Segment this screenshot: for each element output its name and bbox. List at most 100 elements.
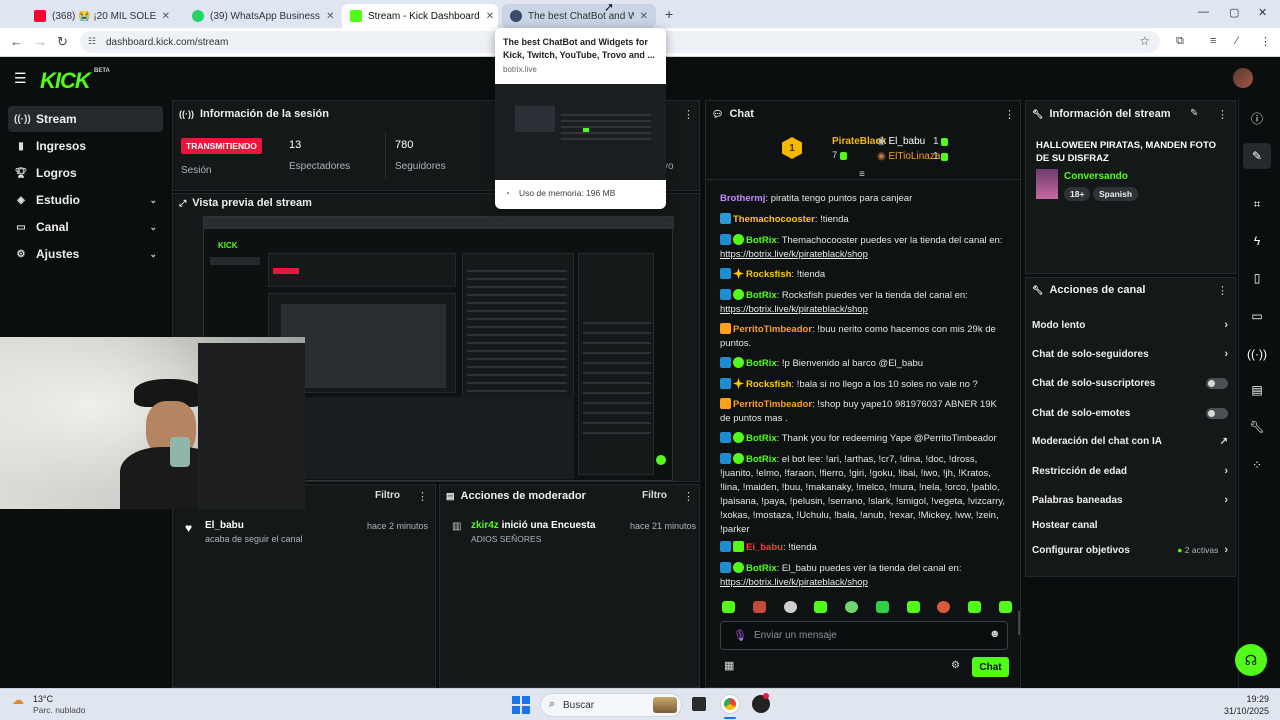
support-headset-icon[interactable]: ☊ (1235, 644, 1267, 676)
back-icon[interactable]: ← (10, 34, 23, 49)
mod-user[interactable]: zkir4z (471, 520, 499, 531)
broadcast-icon[interactable]: ((·)) (1243, 341, 1271, 367)
forward-icon[interactable]: → (34, 34, 47, 49)
settings-gear-icon[interactable]: ⚙ (951, 660, 960, 671)
chat-username[interactable]: BotRix (746, 235, 777, 246)
panel-menu-icon[interactable]: ⋮ (683, 490, 694, 503)
action-slow-mode[interactable]: Modo lento › (1032, 316, 1228, 334)
chat-username[interactable]: Themachocooster (733, 214, 815, 225)
document-icon[interactable]: ▯ (1243, 265, 1271, 291)
leaderboard-second[interactable]: ◉ El_babu (877, 136, 925, 147)
chat-input[interactable]: 🎙︎ Enviar un mensaje ☻ (720, 621, 1008, 650)
emote-icon[interactable] (968, 601, 982, 613)
emote-icon[interactable] (722, 601, 735, 613)
filter-button[interactable]: Filtro (642, 490, 667, 501)
leaderboard-third[interactable]: ◉ ElTioLinaza (877, 151, 940, 162)
close-window-icon[interactable]: ✕ (1258, 6, 1267, 19)
action-configure-goals[interactable]: Configurar objetivos ● 2 activas › (1032, 541, 1228, 559)
chat-username[interactable]: BotRix (746, 454, 777, 465)
action-emotes-only[interactable]: Chat de solo-emotes (1032, 404, 1228, 422)
emote-icon[interactable] (937, 601, 951, 613)
chat-username[interactable]: BotRix (746, 358, 777, 369)
tab-botrix[interactable]: The best ChatBot and Widgets ✕ (502, 4, 656, 28)
emote-icon[interactable] (998, 601, 1012, 613)
windows-start-icon[interactable] (512, 696, 530, 714)
extensions-icon[interactable]: ⧉ (1176, 35, 1184, 48)
emote-icon[interactable] (783, 601, 797, 613)
maximize-icon[interactable]: ▢ (1229, 6, 1239, 19)
emote-icon[interactable] (752, 601, 766, 613)
activity-user[interactable]: El_babu (205, 520, 244, 531)
kick-logo[interactable]: KICK (40, 68, 91, 94)
sidebar-item-logros[interactable]: 🏆︎ Logros (8, 160, 163, 186)
reload-icon[interactable]: ↻ (57, 34, 68, 50)
close-tab-icon[interactable]: ✕ (326, 11, 334, 22)
close-tab-icon[interactable]: ✕ (486, 11, 494, 22)
menu-kebab-icon[interactable]: ⋮ (1260, 35, 1271, 48)
emoji-icon[interactable]: ☻ (989, 628, 1001, 640)
chat-username[interactable]: Rocksfish (746, 379, 791, 390)
site-info-icon[interactable]: ☷ (88, 36, 96, 47)
emotes-only-toggle[interactable] (1206, 407, 1228, 419)
sidebar-item-ajustes[interactable]: ⚙ Ajustes ⌄ (8, 241, 163, 267)
edit-pencil-icon[interactable]: ✎ (1190, 108, 1198, 119)
chat-username[interactable]: BotRix (746, 563, 777, 574)
chat-username[interactable]: Rocksfish (746, 269, 791, 280)
action-host-channel[interactable]: Hostear canal (1032, 516, 1228, 534)
emote-icon[interactable] (814, 601, 828, 613)
panel-menu-icon[interactable]: ⋮ (1217, 284, 1228, 297)
weather-temp[interactable]: 13°C (33, 694, 53, 704)
edit-icon[interactable]: ✎ (1243, 143, 1271, 169)
wrench-icon[interactable]: 🔧︎ (1243, 414, 1271, 440)
chat-username[interactable]: PerritoTimbeador (733, 324, 812, 335)
avatar[interactable] (1233, 68, 1253, 88)
sidebar-item-stream[interactable]: ((·)) Stream (8, 106, 163, 132)
chat-username[interactable]: BotRix (746, 433, 777, 444)
emote-icon[interactable] (845, 601, 859, 613)
weather-icon[interactable]: ☁ (12, 693, 24, 707)
emote-icon[interactable] (875, 601, 889, 613)
panel-menu-icon[interactable]: ⋮ (417, 490, 428, 503)
chat-scrollbar[interactable] (1018, 611, 1020, 635)
send-chat-button[interactable]: Chat (972, 657, 1009, 677)
task-view-icon[interactable] (692, 697, 706, 711)
action-subscribers-only[interactable]: Chat de solo-suscriptores (1032, 374, 1228, 392)
chrome-icon[interactable] (721, 695, 739, 713)
hamburger-menu-icon[interactable]: ☰ (14, 70, 27, 87)
media-icon[interactable]: ≡ (1210, 35, 1216, 47)
action-ai-moderation[interactable]: Moderación del chat con IA ↗ (1032, 432, 1228, 450)
clock-time[interactable]: 19:29 (1219, 694, 1269, 704)
action-banned-words[interactable]: Palabras baneadas › (1032, 491, 1228, 509)
tab-whatsapp[interactable]: (39) WhatsApp Business ✕ (184, 4, 338, 28)
dots-cluster-icon[interactable]: ⁘ (1243, 452, 1271, 478)
chat-link[interactable]: https://botrix.live/k/pirateblack/shop (720, 249, 868, 260)
sidebar-item-canal[interactable]: ▭ Canal ⌄ (8, 214, 163, 240)
panel-menu-icon[interactable]: ⋮ (1004, 108, 1015, 121)
emote-icon[interactable] (906, 601, 920, 613)
subscribers-only-toggle[interactable] (1206, 377, 1228, 389)
clock-date[interactable]: 31/10/2025 (1209, 706, 1269, 716)
chat-link[interactable]: https://botrix.live/k/pirateblack/shop (720, 304, 868, 315)
info-icon[interactable]: ⓘ (1243, 105, 1271, 131)
new-tab-button[interactable]: + (665, 6, 673, 22)
bookmark-star-icon[interactable]: ☆ (1139, 34, 1150, 48)
category-thumbnail[interactable] (1036, 169, 1058, 199)
close-tab-icon[interactable]: ✕ (162, 11, 170, 22)
chat-username[interactable]: BotRix (746, 290, 777, 301)
store-icon[interactable]: ▦ (724, 659, 734, 672)
panel-menu-icon[interactable]: ⋮ (683, 108, 694, 121)
sidebar-item-ingresos[interactable]: ▮ Ingresos (8, 133, 163, 159)
filter-button[interactable]: Filtro (375, 490, 400, 501)
chat-username[interactable]: Brothermj (720, 193, 765, 204)
minimize-icon[interactable]: — (1198, 6, 1209, 18)
close-tab-icon[interactable]: ✕ (640, 11, 648, 22)
chat-link[interactable]: https://botrix.live/k/pirateblack/shop (720, 577, 868, 588)
focus-icon[interactable]: ⌗ (1243, 191, 1271, 217)
lightning-icon[interactable]: ϟ (1243, 228, 1271, 254)
microphone-icon[interactable]: 🎙︎ (733, 629, 747, 642)
taskbar-search[interactable]: ⌕ Buscar (540, 693, 682, 717)
profile-icon[interactable]: ∕ (1236, 35, 1238, 47)
chat-username[interactable]: Ei_babu (746, 542, 783, 553)
action-followers-only[interactable]: Chat de solo-seguidores › (1032, 345, 1228, 363)
chat-icon[interactable]: ▭ (1243, 303, 1271, 329)
